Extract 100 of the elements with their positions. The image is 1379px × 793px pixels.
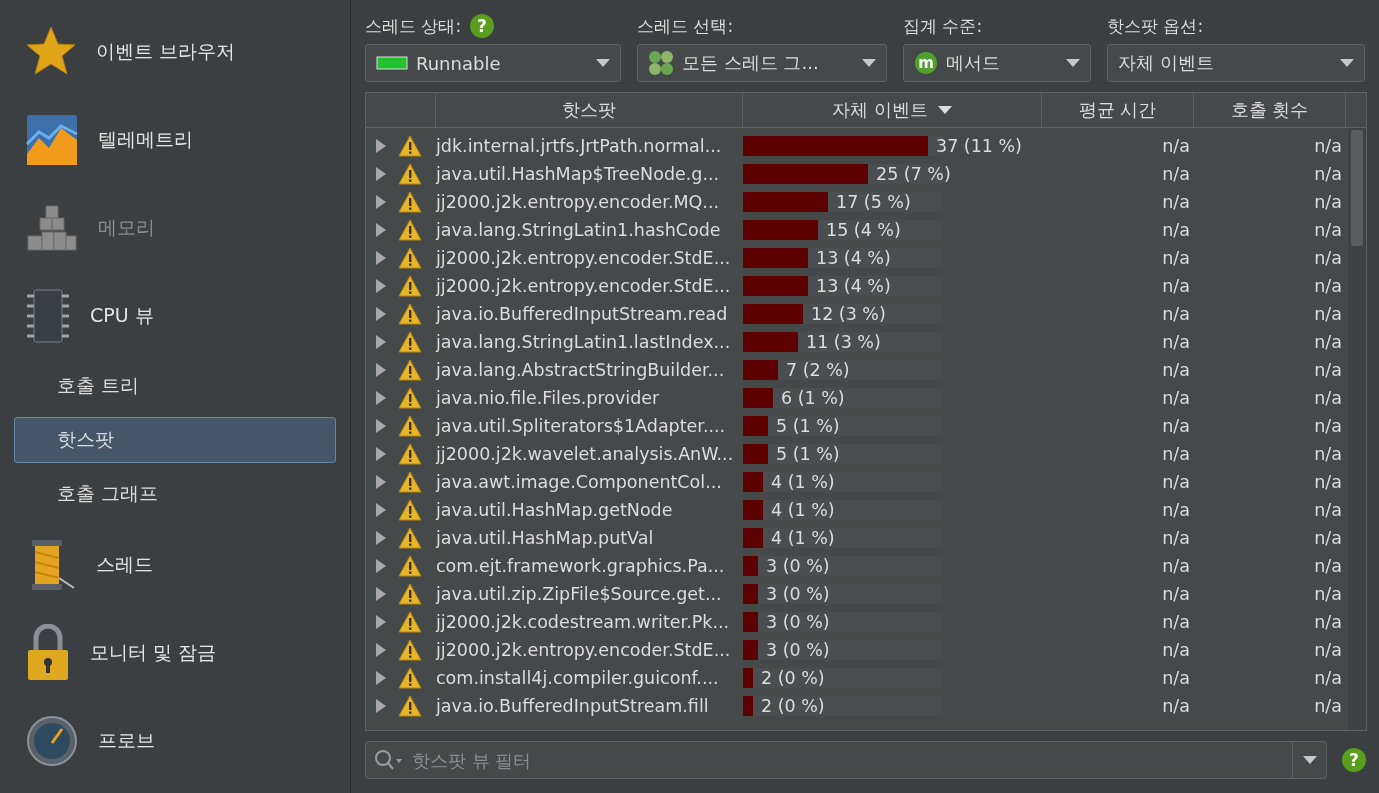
method-name: java.util.zip.ZipFile$Source.get... — [436, 584, 723, 604]
scrollbar[interactable] — [1348, 128, 1366, 730]
method-name: java.io.BufferedInputStream.fill — [436, 696, 710, 716]
control-label: 스레드 상태: — [365, 14, 462, 38]
warning-icon — [398, 695, 422, 717]
expand-icon[interactable] — [376, 195, 386, 209]
average-time: n/a — [1161, 164, 1191, 184]
column-header[interactable]: 호출 횟수 — [1194, 93, 1346, 127]
column-header[interactable]: 핫스팟 — [436, 93, 743, 127]
warning-icon — [398, 359, 422, 381]
average-time: n/a — [1161, 136, 1191, 156]
expand-icon[interactable] — [376, 139, 386, 153]
expand-icon[interactable] — [376, 419, 386, 433]
sidebar-item[interactable]: 스레드 — [14, 521, 336, 610]
dropdown[interactable]: Runnable — [365, 44, 621, 82]
call-count: n/a — [1313, 584, 1343, 604]
chart-icon — [26, 113, 78, 166]
method-name: com.ejt.framework.graphics.Pa... — [436, 556, 726, 576]
expand-icon[interactable] — [376, 307, 386, 321]
star-icon — [26, 25, 76, 78]
sidebar-item[interactable]: CPU 뷰 — [14, 271, 336, 360]
average-time: n/a — [1161, 472, 1191, 492]
sidebar-item[interactable]: 호출 그래프 — [14, 471, 336, 518]
column-header[interactable]: 평균 시간 — [1042, 93, 1194, 127]
average-time: n/a — [1161, 640, 1191, 660]
expand-icon[interactable] — [376, 335, 386, 349]
method-name: java.lang.StringLatin1.lastIndex... — [436, 332, 732, 352]
warning-icon — [398, 471, 422, 493]
expand-icon[interactable] — [376, 447, 386, 461]
call-count: n/a — [1313, 304, 1343, 324]
expand-icon[interactable] — [376, 503, 386, 517]
average-time: n/a — [1161, 192, 1191, 212]
warning-icon — [398, 415, 422, 437]
search-icon — [374, 749, 404, 771]
average-time: n/a — [1161, 528, 1191, 548]
method-name: com.install4j.compiler.guiconf.... — [436, 668, 720, 688]
events-value: 3 (0 %) — [766, 556, 830, 576]
average-time: n/a — [1161, 220, 1191, 240]
warning-icon — [398, 443, 422, 465]
sidebar-item[interactable]: 핫스팟 — [14, 417, 336, 464]
expand-icon[interactable] — [376, 643, 386, 657]
method-name: jdk.internal.jrtfs.JrtPath.normal... — [436, 136, 723, 156]
expand-icon[interactable] — [376, 363, 386, 377]
gauge-icon — [26, 715, 78, 767]
expand-icon[interactable] — [376, 531, 386, 545]
average-time: n/a — [1161, 388, 1191, 408]
warning-icon — [398, 555, 422, 577]
method-name: jj2000.j2k.entropy.encoder.MQ... — [436, 192, 721, 212]
expand-icon[interactable] — [376, 559, 386, 573]
events-value: 13 (4 %) — [816, 276, 891, 296]
expand-icon[interactable] — [376, 279, 386, 293]
average-time: n/a — [1161, 668, 1191, 688]
call-count: n/a — [1313, 556, 1343, 576]
call-count: n/a — [1313, 668, 1343, 688]
expand-icon[interactable] — [376, 475, 386, 489]
warning-icon — [398, 219, 422, 241]
sidebar-item[interactable]: 호출 트리 — [14, 363, 336, 410]
sidebar-item[interactable]: 프로브 — [14, 697, 336, 785]
warning-icon — [398, 191, 422, 213]
caret-icon — [862, 59, 876, 67]
filter-field[interactable]: 핫스팟 뷰 필터 — [365, 741, 1327, 779]
dropdown[interactable]: m 메서드 — [903, 44, 1091, 82]
average-time: n/a — [1161, 332, 1191, 352]
sidebar-item[interactable]: 모니터 및 잠금 — [14, 609, 336, 698]
call-count: n/a — [1313, 220, 1343, 240]
method-name: java.awt.image.ComponentCol... — [436, 472, 723, 492]
call-count: n/a — [1313, 192, 1343, 212]
average-time: n/a — [1161, 612, 1191, 632]
expand-icon[interactable] — [376, 671, 386, 685]
expand-icon[interactable] — [376, 587, 386, 601]
expand-icon[interactable] — [376, 391, 386, 405]
warning-icon — [398, 611, 422, 633]
average-time: n/a — [1161, 584, 1191, 604]
average-time: n/a — [1161, 304, 1191, 324]
dropdown[interactable]: 모든 스레드 그... — [637, 44, 887, 82]
events-value: 6 (1 %) — [781, 388, 845, 408]
expand-icon[interactable] — [376, 167, 386, 181]
dropdown[interactable]: 자체 이벤트 — [1107, 44, 1365, 82]
call-count: n/a — [1313, 612, 1343, 632]
call-count: n/a — [1313, 444, 1343, 464]
expand-icon[interactable] — [376, 251, 386, 265]
method-name: java.lang.StringLatin1.hashCode — [436, 220, 722, 240]
call-count: n/a — [1313, 136, 1343, 156]
method-name: java.util.HashMap$TreeNode.g... — [436, 164, 721, 184]
column-header[interactable]: 자체 이벤트 — [743, 93, 1042, 127]
call-count: n/a — [1313, 472, 1343, 492]
events-value: 4 (1 %) — [771, 528, 835, 548]
method-name: jj2000.j2k.codestream.writer.Pk... — [436, 612, 731, 632]
call-count: n/a — [1313, 640, 1343, 660]
sidebar-item[interactable]: 이벤트 브라우저 — [14, 8, 336, 96]
sidebar-item[interactable]: 텔레메트리 — [14, 95, 336, 184]
expand-icon[interactable] — [376, 699, 386, 713]
warning-icon — [398, 163, 422, 185]
caret-icon — [596, 59, 610, 67]
events-value: 2 (0 %) — [761, 668, 825, 688]
expand-icon[interactable] — [376, 223, 386, 237]
filter-input[interactable]: 핫스팟 뷰 필터 — [410, 748, 1286, 772]
expand-icon[interactable] — [376, 615, 386, 629]
events-value: 25 (7 %) — [876, 164, 951, 184]
method-name: java.nio.file.Files.provider — [436, 388, 661, 408]
